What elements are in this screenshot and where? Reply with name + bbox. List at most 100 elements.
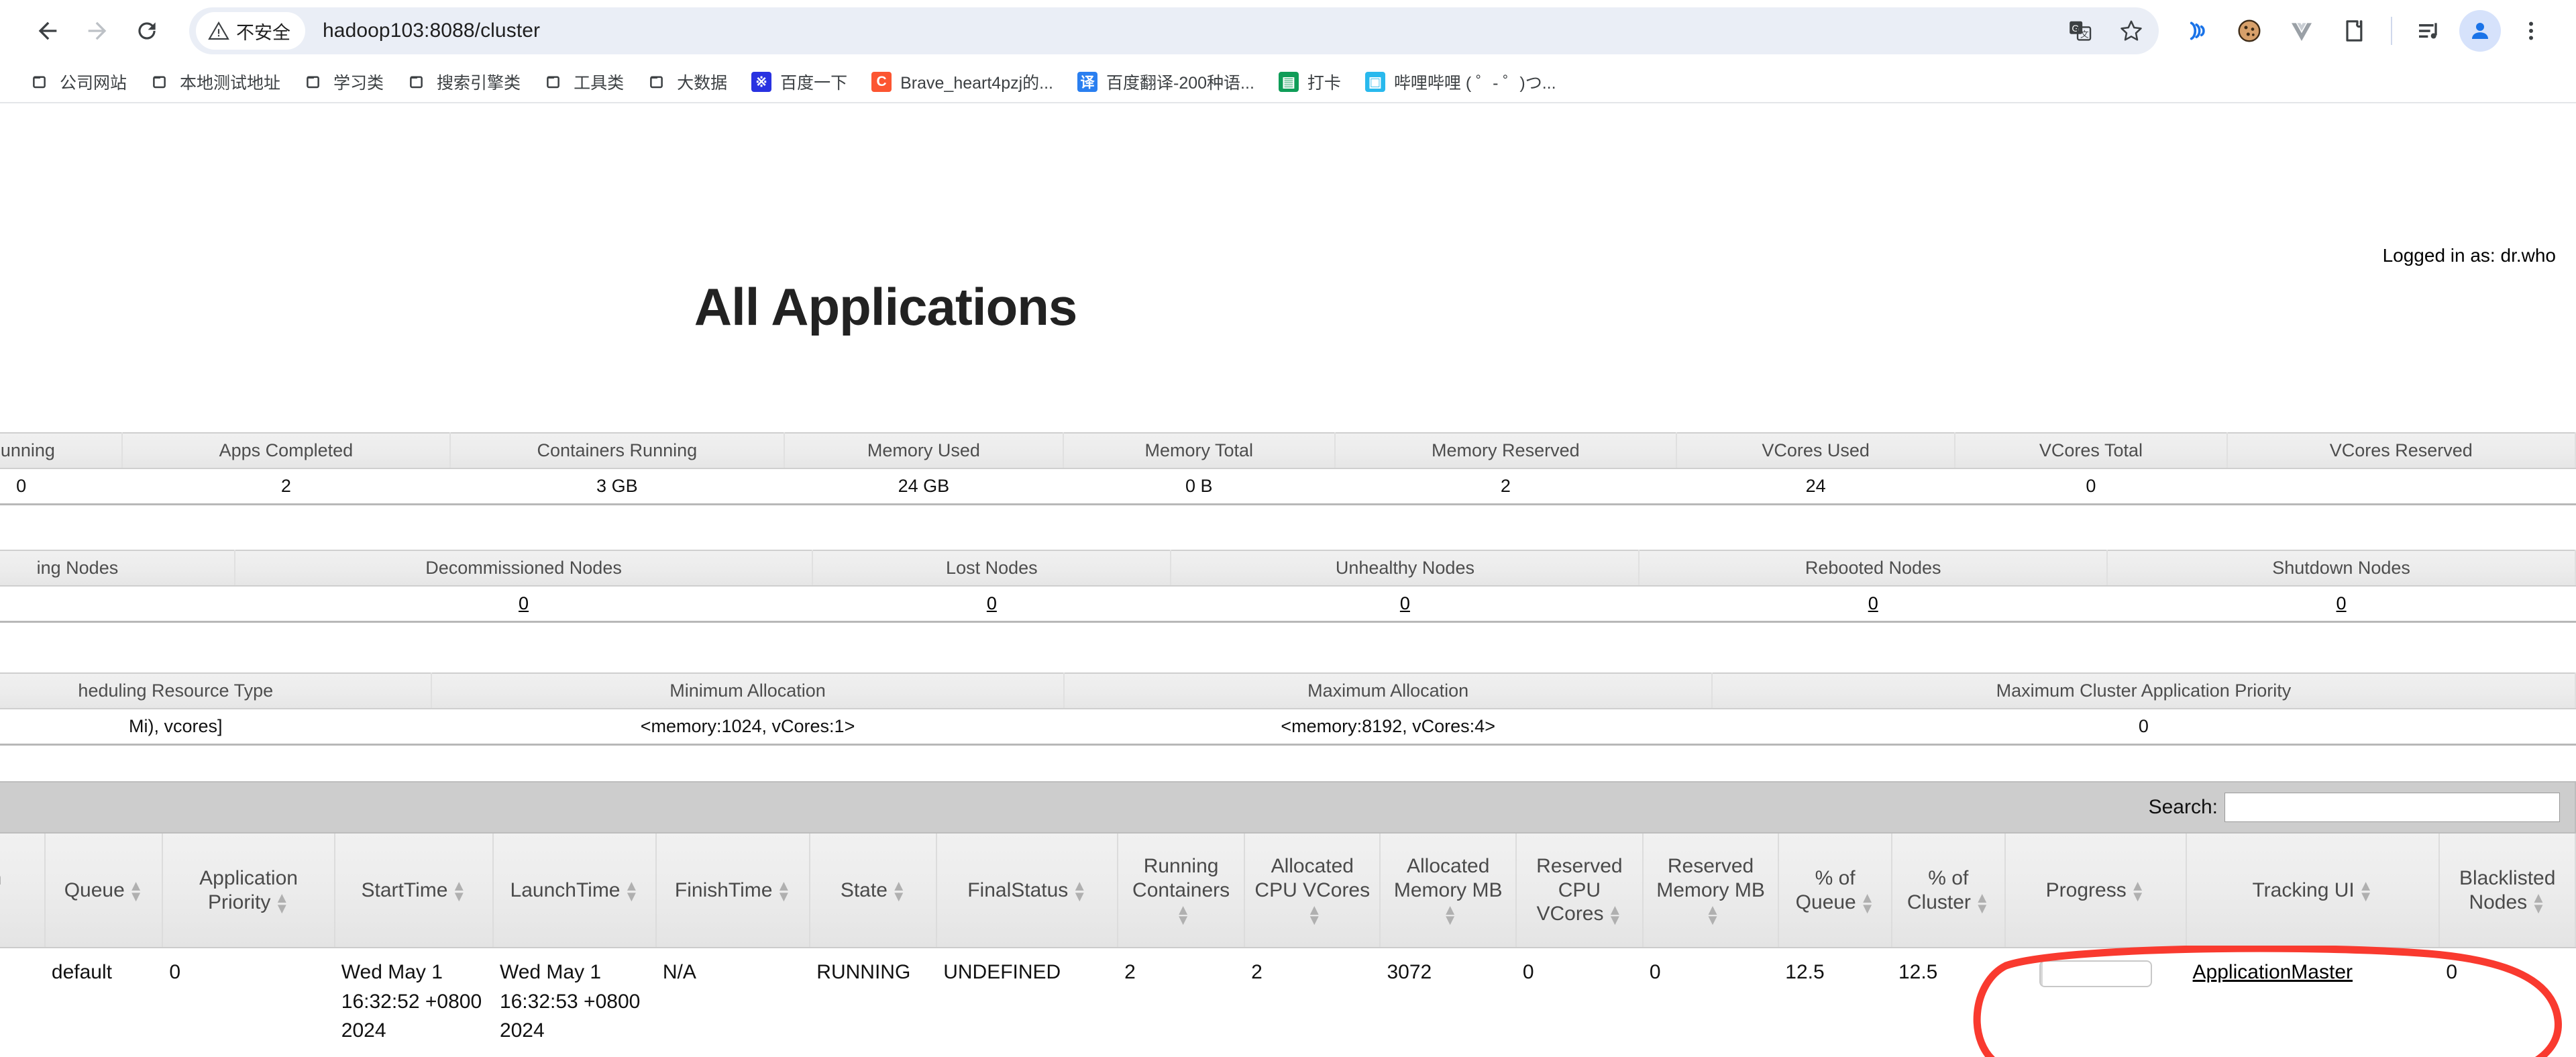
- vue-devtools-icon: [2288, 17, 2315, 44]
- metric-value[interactable]: 0: [235, 586, 812, 622]
- apps-column-label: Allocated Memory MB: [1394, 855, 1503, 901]
- bookmark-item[interactable]: 大数据: [636, 66, 739, 98]
- column-header: Rebooted Nodes: [1639, 550, 2107, 586]
- metric-link[interactable]: 0: [1400, 593, 1410, 613]
- metric-value[interactable]: 0: [1171, 586, 1639, 622]
- apps-column-header[interactable]: Blacklisted Nodes▲▼: [2439, 834, 2575, 948]
- cell-blacklisted-nodes: 0: [2439, 948, 2575, 1057]
- extension-puzzle-icon: [2341, 17, 2367, 44]
- sort-arrows-icon[interactable]: ▲▼: [1307, 905, 1322, 925]
- logged-in-label: Logged in as: dr.who: [2383, 245, 2556, 266]
- sort-arrows-icon[interactable]: ▲▼: [776, 880, 791, 901]
- bookmark-label: 本地测试地址: [180, 70, 280, 94]
- apps-column-header[interactable]: State▲▼: [810, 834, 936, 948]
- sort-arrows-icon[interactable]: ▲▼: [2531, 893, 2546, 913]
- sort-arrows-icon[interactable]: ▲▼: [1176, 905, 1191, 925]
- bookmark-item[interactable]: ▣哔哩哔哩 ( ゜- ゜)つ...: [1353, 66, 1568, 98]
- cast-button[interactable]: [2175, 9, 2219, 53]
- sort-arrows-icon[interactable]: ▲▼: [1860, 893, 1875, 913]
- bookmark-item[interactable]: ※百度一下: [739, 66, 859, 98]
- tracking-ui-link[interactable]: ApplicationMaster: [2193, 961, 2353, 983]
- sort-arrows-icon[interactable]: ▲▼: [1608, 905, 1623, 925]
- progress-bar-fill: [2041, 962, 2043, 986]
- metric-value: 3 GB: [450, 468, 785, 505]
- translate-icon: G 文: [2068, 18, 2093, 44]
- apps-column-header[interactable]: Running Containers ▲▼: [1118, 834, 1244, 948]
- media-playlist-button[interactable]: [2407, 9, 2451, 53]
- bookmark-item[interactable]: 搜索引擎类: [396, 66, 533, 98]
- apps-column-header[interactable]: StartTime▲▼: [335, 834, 493, 948]
- cell-queue: default: [45, 948, 162, 1057]
- search-input[interactable]: [2224, 793, 2560, 822]
- metric-value[interactable]: 0: [812, 586, 1171, 622]
- column-header: VCores Used: [1676, 433, 1955, 468]
- apps-column-header[interactable]: Allocated CPU VCores▲▼: [1244, 834, 1380, 948]
- sort-arrows-icon[interactable]: ▲▼: [451, 880, 466, 901]
- omnibox[interactable]: 不安全 hadoop103:8088/cluster G 文: [189, 7, 2159, 54]
- sort-arrows-icon[interactable]: ▲▼: [1443, 905, 1458, 925]
- apps-column-header[interactable]: % of Cluster▲▼: [1892, 834, 2005, 948]
- bookmark-item[interactable]: 公司网站: [19, 66, 139, 98]
- apps-column-header[interactable]: Reserved Memory MB ▲▼: [1643, 834, 1778, 948]
- vue-devtools-button[interactable]: [2279, 9, 2324, 53]
- bookmark-item[interactable]: 工具类: [533, 66, 636, 98]
- apps-column-header[interactable]: FinalStatus▲▼: [936, 834, 1118, 948]
- metric-link[interactable]: 0: [2337, 593, 2347, 613]
- apps-column-header[interactable]: Reserved CPU VCores▲▼: [1516, 834, 1643, 948]
- metric-link[interactable]: 0: [1868, 593, 1878, 613]
- sort-arrows-icon[interactable]: ▲▼: [274, 893, 289, 913]
- reload-button[interactable]: [122, 6, 172, 56]
- sort-arrows-icon[interactable]: ▲▼: [1705, 905, 1720, 925]
- apps-column-header[interactable]: icationpe▲▼: [0, 834, 45, 948]
- column-header: Maximum Cluster Application Priority: [1712, 673, 2575, 709]
- url-text[interactable]: hadoop103:8088/cluster: [323, 19, 540, 42]
- bookmark-label: 公司网站: [60, 70, 127, 94]
- apps-column-header[interactable]: Progress▲▼: [2005, 834, 2186, 948]
- apps-column-header[interactable]: % of Queue▲▼: [1778, 834, 1892, 948]
- forward-button[interactable]: [72, 6, 122, 56]
- bookmark-item[interactable]: 本地测试地址: [139, 66, 292, 98]
- metric-link[interactable]: 0: [987, 593, 997, 613]
- metric-value[interactable]: 0: [1639, 586, 2107, 622]
- sort-arrows-icon[interactable]: ▲▼: [1975, 893, 1990, 913]
- bookmark-star-button[interactable]: [2109, 9, 2153, 53]
- bookmark-item[interactable]: 学习类: [292, 66, 396, 98]
- sort-arrows-icon[interactable]: ▲▼: [1072, 880, 1087, 901]
- translate-button[interactable]: G 文: [2058, 9, 2102, 53]
- sort-arrows-icon[interactable]: ▲▼: [625, 880, 639, 901]
- column-header: heduling Resource Type: [0, 673, 431, 709]
- bookmark-item[interactable]: 译百度翻译-200种语...: [1065, 66, 1267, 98]
- cell-tracking-ui[interactable]: ApplicationMaster: [2186, 948, 2440, 1057]
- metric-link[interactable]: 0: [519, 593, 529, 613]
- apps-column-label: Progress: [2046, 879, 2127, 901]
- cell-application-priority: 0: [162, 948, 334, 1057]
- apps-column-header[interactable]: Application Priority▲▼: [162, 834, 334, 948]
- metric-value[interactable]: 0: [2107, 586, 2575, 622]
- apps-column-header[interactable]: FinishTime▲▼: [656, 834, 810, 948]
- metric-value: 0 B: [1063, 468, 1335, 505]
- sort-arrows-icon[interactable]: ▲▼: [892, 880, 906, 901]
- bookmark-item[interactable]: ▤打卡: [1267, 66, 1353, 98]
- security-chip[interactable]: 不安全: [196, 12, 305, 50]
- apps-column-header[interactable]: Allocated Memory MB ▲▼: [1380, 834, 1515, 948]
- profile-button[interactable]: [2459, 10, 2501, 52]
- cell-progress: [2005, 948, 2186, 1057]
- apps-column-header[interactable]: Tracking UI▲▼: [2186, 834, 2440, 948]
- profile-avatar-icon: [2468, 19, 2492, 43]
- column-header: Decommissioned Nodes: [235, 550, 812, 586]
- back-button[interactable]: [23, 6, 72, 56]
- apps-column-header[interactable]: LaunchTime▲▼: [493, 834, 656, 948]
- browser-chrome: 不安全 hadoop103:8088/cluster G 文: [0, 0, 2576, 103]
- sort-arrows-icon[interactable]: ▲▼: [2359, 880, 2373, 901]
- bookmark-item[interactable]: CBrave_heart4pzj的...: [859, 66, 1065, 98]
- bookmark-star-icon: [2118, 17, 2145, 44]
- apps-column-label: icationpe: [0, 867, 1, 913]
- sort-arrows-icon[interactable]: ▲▼: [2131, 880, 2145, 901]
- sort-arrows-icon[interactable]: ▲▼: [129, 880, 144, 901]
- apps-column-header[interactable]: Queue▲▼: [45, 834, 162, 948]
- apps-column-label: Reserved Memory MB: [1656, 855, 1765, 901]
- cookie-button[interactable]: [2227, 9, 2271, 53]
- apps-column-label: Running Containers: [1132, 855, 1230, 901]
- extensions-button[interactable]: [2332, 9, 2376, 53]
- more-menu-button[interactable]: [2509, 9, 2553, 53]
